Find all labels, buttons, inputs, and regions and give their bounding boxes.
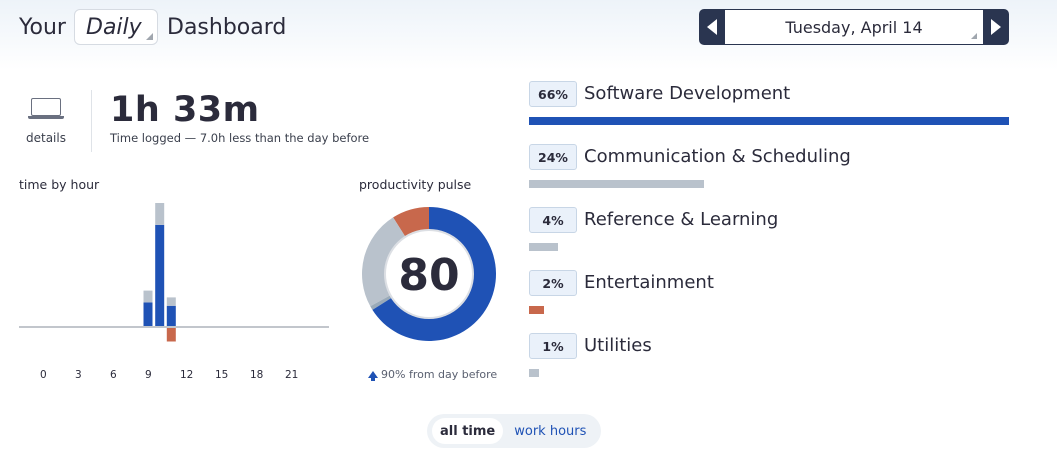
next-day-button[interactable] — [983, 9, 1009, 45]
details-label: details — [26, 131, 66, 145]
date-select-value: Tuesday, April 14 — [785, 17, 923, 37]
category-name[interactable]: Entertainment — [584, 272, 714, 293]
date-select[interactable]: Tuesday, April 14 — [725, 10, 983, 44]
category-bar — [529, 180, 704, 188]
hour-bar-segment — [143, 302, 153, 326]
hour-tick-label: 6 — [110, 369, 117, 381]
time-by-hour-chart — [143, 203, 176, 342]
category-percent: 4% — [529, 207, 577, 233]
hour-tick-label: 21 — [285, 369, 299, 381]
date-navigator: Tuesday, April 14 — [699, 9, 1009, 45]
previous-day-button[interactable] — [699, 9, 725, 45]
category-bar — [529, 369, 539, 377]
time-by-hour-title: time by hour — [19, 177, 100, 192]
category-name[interactable]: Software Development — [584, 83, 790, 104]
category-bar — [529, 117, 1009, 125]
hour-bar-segment — [155, 203, 165, 225]
category-name[interactable]: Utilities — [584, 335, 652, 356]
category-percent: 2% — [529, 270, 577, 296]
arrow-left-icon — [707, 19, 717, 35]
time-comparison-note: Time logged — 7.0h less than the day bef… — [110, 131, 370, 145]
productivity-pulse-chart: 80 — [362, 207, 496, 341]
title-prefix: Your — [19, 15, 66, 40]
period-select-value: Daily — [86, 14, 142, 40]
select-caret-icon — [146, 33, 153, 40]
category-percent: 66% — [529, 81, 577, 107]
hour-bar-segment — [166, 328, 176, 342]
hour-bar-segment — [143, 290, 153, 303]
up-arrow-icon — [368, 371, 378, 381]
category-percent: 1% — [529, 333, 577, 359]
productivity-pulse-title: productivity pulse — [359, 177, 472, 192]
pulse-score: 80 — [398, 250, 459, 301]
category-name[interactable]: Communication & Scheduling — [584, 146, 851, 167]
laptop-icon — [20, 98, 72, 119]
arrow-right-icon — [991, 19, 1001, 35]
category-bar — [529, 243, 558, 251]
hour-tick-label: 12 — [180, 369, 194, 381]
pulse-comparison-text: 90% from day before — [381, 368, 498, 381]
hour-bar-segment — [166, 305, 176, 326]
time-total: 1h 33m — [110, 90, 260, 130]
hour-bar-segment — [166, 297, 176, 306]
select-caret-icon — [971, 33, 977, 39]
hour-tick-label: 0 — [40, 369, 47, 381]
title-suffix: Dashboard — [167, 15, 287, 40]
hour-tick-label: 18 — [250, 369, 264, 381]
category-percent: 24% — [529, 144, 577, 170]
work-hours-option[interactable]: work hours — [506, 418, 594, 444]
time-range-toggle: all time work hours — [427, 414, 601, 448]
pulse-comparison: 90% from day before — [368, 368, 497, 381]
all-time-option[interactable]: all time — [432, 418, 504, 444]
category-bar — [529, 306, 544, 314]
hour-bar-segment — [155, 224, 165, 326]
details-link[interactable]: details — [20, 98, 72, 145]
hour-tick-label: 9 — [145, 369, 152, 381]
hour-tick-label: 15 — [215, 369, 229, 381]
period-select[interactable]: Daily — [74, 9, 158, 45]
category-name[interactable]: Reference & Learning — [584, 209, 778, 230]
divider — [91, 90, 92, 152]
hour-tick-label: 3 — [75, 369, 82, 381]
